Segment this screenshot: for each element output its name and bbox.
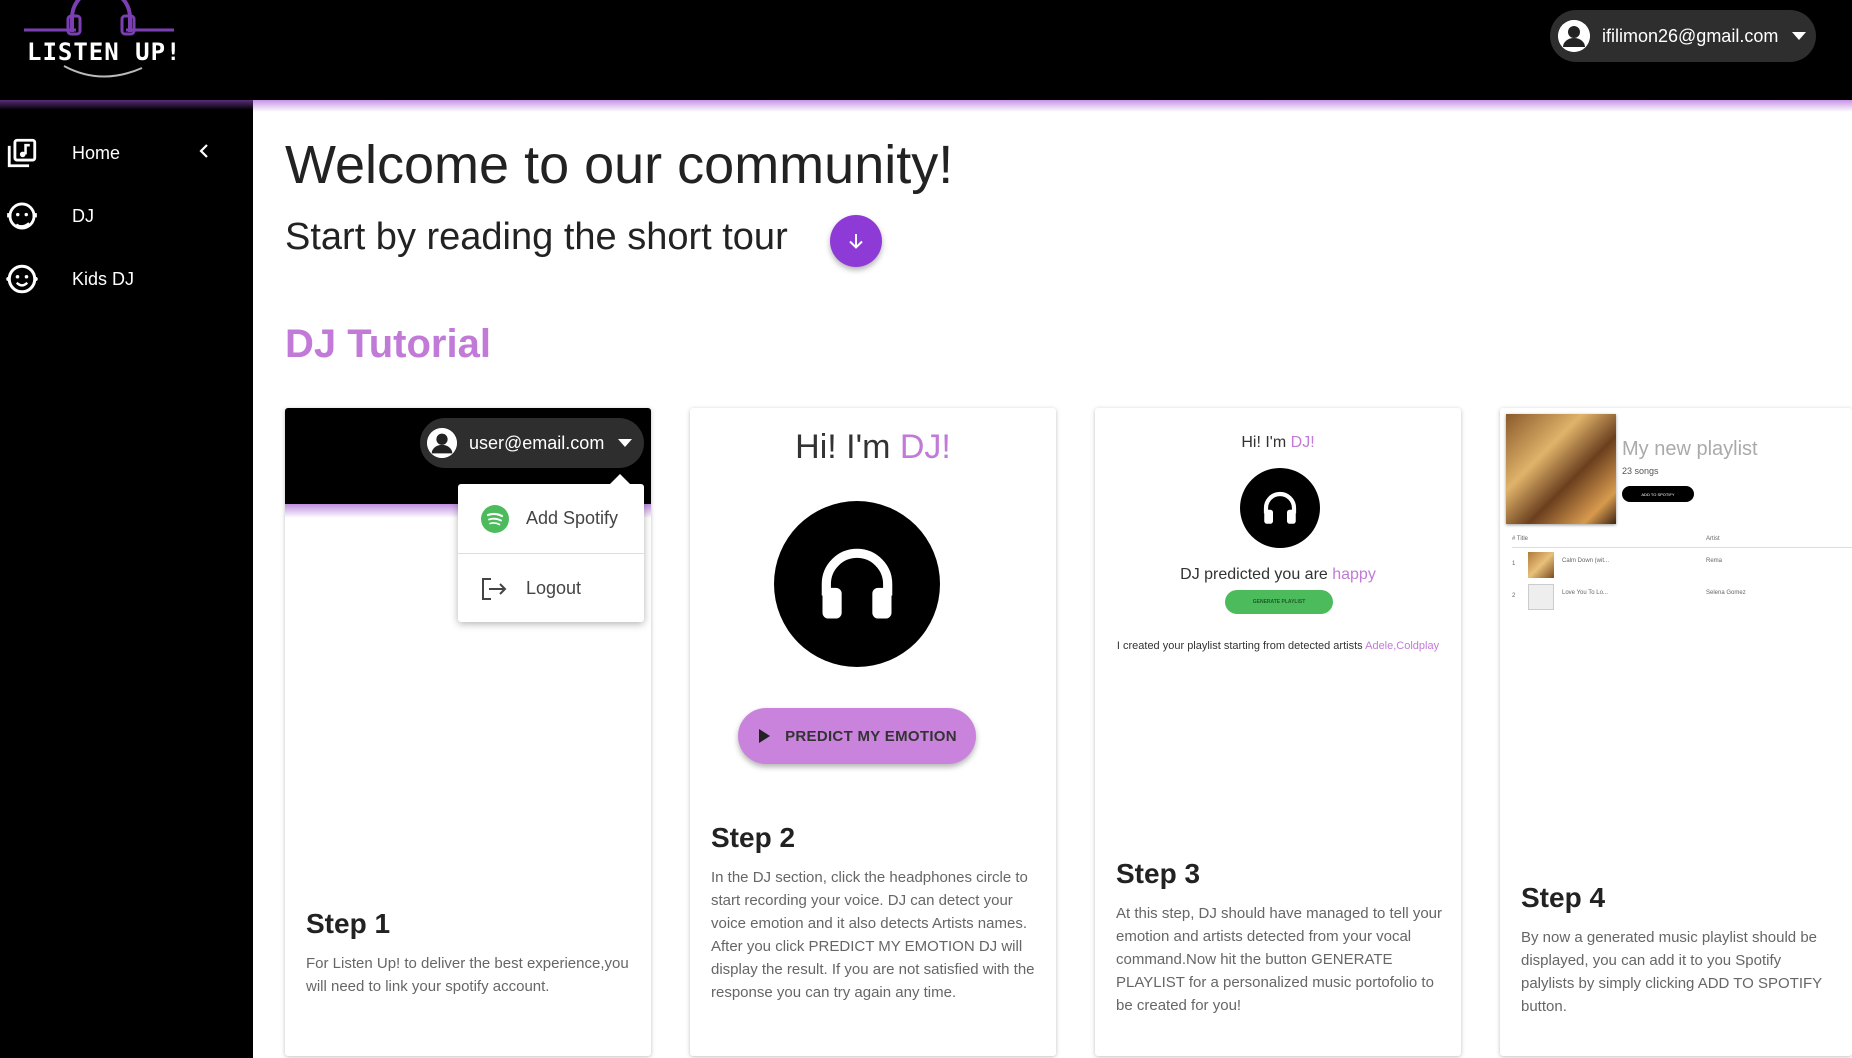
sidebar-item-label: Home: [72, 142, 121, 163]
section-title: DJ Tutorial: [285, 322, 491, 366]
sidebar-item-kids-dj[interactable]: Kids DJ: [0, 254, 253, 304]
generate-button-label: GENERATE PLAYLIST: [1252, 599, 1306, 605]
face-headset-icon: [0, 194, 44, 238]
preview-predict-button: PREDICT MY EMOTION: [738, 708, 976, 764]
prediction-text: DJ predicted you are: [1180, 566, 1333, 583]
scroll-to-tour-button[interactable]: [830, 215, 882, 267]
sidebar-item-label: DJ: [72, 205, 94, 226]
greeting-text: Hi! I'm: [1241, 434, 1291, 451]
song-title: Love You To Lo...: [1562, 590, 1608, 596]
arrow-down-icon: [849, 234, 863, 249]
preview-song-count: 23 songs: [1622, 466, 1659, 476]
preview-headphones-circle: [774, 501, 940, 667]
header-accent-line: [0, 100, 1852, 112]
preview-account-pill: user@email.com: [420, 418, 644, 468]
spotify-icon: [481, 504, 509, 533]
app-logo[interactable]: LISTEN UP!: [24, 0, 184, 84]
account-email: ifilimon26@gmail.com: [1602, 25, 1779, 46]
detected-artists: Adele,Coldplay: [1365, 640, 1440, 652]
logo-text: LISTEN UP!: [27, 38, 182, 66]
step-card-1: user@email.com Add Spotify Logout Step 1…: [285, 408, 651, 1056]
greeting-name: DJ!: [1290, 434, 1315, 451]
song-artist: Rema: [1706, 558, 1723, 564]
row-index: 1: [1512, 561, 1516, 567]
step-card-2: Hi! I'm DJ! PREDICT MY EMOTION Step 2 In…: [690, 408, 1056, 1056]
main-content: Welcome to our community! Start by readi…: [253, 112, 1852, 1058]
logout-icon: [482, 577, 507, 600]
library-music-icon: [0, 131, 44, 175]
preview-dropdown-menu: Add Spotify Logout: [458, 474, 644, 623]
menu-item-add-spotify: Add Spotify: [458, 484, 644, 553]
step-description: In the DJ section, click the headphones …: [711, 869, 1035, 1001]
menu-item-label: Logout: [526, 578, 582, 598]
headphones-icon: [1263, 491, 1297, 524]
step-title: Step 3: [1116, 858, 1201, 889]
menu-item-label: Add Spotify: [526, 508, 619, 528]
preview-greeting: Hi! I'm DJ!: [1095, 434, 1461, 452]
sidebar: Home DJ Kids DJ: [0, 100, 253, 1058]
step-title: Step 2: [711, 822, 796, 853]
song-title: Calm Down (wit...: [1562, 558, 1610, 564]
table-row: 2 Love You To Lo... Selena Gomez: [1512, 582, 1852, 612]
greeting-text: Hi! I'm: [795, 428, 900, 466]
step-description: At this step, DJ should have managed to …: [1116, 905, 1443, 1014]
page-title: Welcome to our community!: [285, 135, 954, 195]
step-title: Step 1: [306, 908, 391, 939]
step-title: Step 4: [1521, 882, 1606, 913]
headphones-icon: [821, 548, 893, 619]
table-row: 1 Calm Down (wit... Rema: [1512, 550, 1852, 580]
song-artist: Selena Gomez: [1706, 590, 1746, 596]
chevron-down-icon: [1792, 32, 1807, 40]
sidebar-item-home[interactable]: Home: [0, 128, 253, 178]
step-description: By now a generated music playlist should…: [1521, 929, 1822, 1015]
step-description: For Listen Up! to deliver the best exper…: [306, 955, 629, 995]
preview-table-header: # Title Artist: [1512, 536, 1852, 548]
preview-playlist-title: My new playlist: [1622, 438, 1758, 460]
preview-headphones-circle: [1240, 468, 1320, 548]
account-avatar-icon: [427, 428, 457, 458]
preview-created-text: I created your playlist starting from de…: [1095, 640, 1461, 652]
collapse-sidebar-icon[interactable]: [197, 142, 211, 165]
prediction-emotion: happy: [1332, 566, 1376, 583]
sidebar-accent-stripe: [0, 100, 253, 110]
song-thumbnail: [1528, 552, 1554, 578]
account-menu-button[interactable]: ifilimon26@gmail.com: [1550, 10, 1816, 62]
chevron-down-icon: [618, 439, 633, 447]
top-app-bar: LISTEN UP! ifilimon26@gmail.com: [0, 0, 1852, 100]
row-index: 2: [1512, 593, 1516, 599]
sidebar-item-dj[interactable]: DJ: [0, 191, 253, 241]
account-avatar-icon: [1558, 20, 1590, 52]
preview-generate-button: GENERATE PLAYLIST: [1225, 590, 1333, 614]
column-artist: Artist: [1706, 536, 1720, 542]
song-thumbnail: [1528, 584, 1554, 610]
step-card-4: My new playlist 23 songs ADD TO SPOTIFY …: [1500, 408, 1852, 1056]
add-button-label: ADD TO SPOTIFY: [1641, 491, 1675, 497]
playlist-cover-image: [1506, 414, 1616, 524]
preview-add-to-spotify-button: ADD TO SPOTIFY: [1622, 486, 1694, 502]
child-face-icon: [0, 257, 44, 301]
page-subtitle: Start by reading the short tour: [285, 216, 788, 258]
sidebar-item-label: Kids DJ: [72, 268, 135, 289]
preview-greeting: Hi! I'm DJ!: [690, 428, 1056, 467]
menu-pointer: [610, 474, 630, 484]
predict-button-label: PREDICT MY EMOTION: [785, 727, 957, 745]
step-card-3: Hi! I'm DJ! DJ predicted you are happy G…: [1095, 408, 1461, 1056]
greeting-name: DJ!: [899, 428, 951, 466]
column-title: # Title: [1512, 536, 1529, 542]
menu-item-logout: Logout: [458, 554, 644, 623]
preview-email: user@email.com: [469, 432, 605, 453]
play-icon: [759, 729, 771, 743]
preview-prediction: DJ predicted you are happy: [1095, 566, 1461, 584]
created-text: I created your playlist starting from de…: [1116, 640, 1366, 652]
